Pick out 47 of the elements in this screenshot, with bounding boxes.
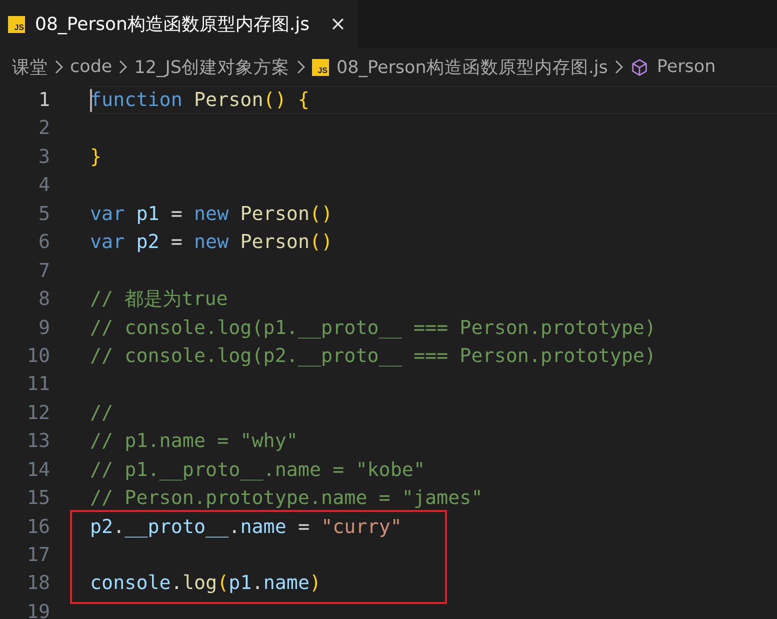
line-number: 12 — [26, 400, 50, 426]
close-icon — [330, 16, 346, 32]
code-line: // p1.name = "why" — [90, 428, 299, 454]
code-line: // 都是为true — [90, 286, 229, 312]
code-line: console.log(p1.name) — [90, 570, 322, 596]
line-number: 10 — [26, 342, 50, 369]
breadcrumb-item[interactable]: Person — [656, 57, 716, 77]
line-number: 2 — [37, 115, 50, 142]
breadcrumb-item[interactable]: 08_Person构造函数原型内存图.js — [336, 55, 608, 79]
js-file-icon: JS — [312, 58, 329, 76]
code-line: } — [90, 144, 103, 170]
chevron-icon — [54, 60, 64, 74]
line-number: 16 — [26, 514, 50, 540]
code-line: // — [90, 400, 114, 426]
text-cursor — [90, 89, 92, 112]
code-line: // p1.__proto__.name = "kobe" — [90, 456, 426, 483]
cube-icon — [630, 58, 649, 76]
code-line: // console.log(p1.__proto__ === Person.prototype) — [90, 314, 658, 340]
line-number: 3 — [37, 144, 50, 170]
line-number: 6 — [37, 229, 50, 256]
breadcrumb-item[interactable]: 12_JS创建对象方案 — [134, 55, 290, 79]
editor-tab[interactable]: JS 08_Person构造函数原型内存图.js — [0, 0, 358, 48]
line-number: 18 — [26, 570, 50, 596]
code-line: // Person.prototype.name = "james" — [90, 485, 484, 512]
line-number: 15 — [26, 485, 50, 512]
code-line: p2.__proto__.name = "curry" — [90, 514, 403, 540]
js-file-icon: JS — [8, 16, 25, 32]
code-line: var p2 = new Person() — [90, 229, 334, 256]
line-number: 7 — [37, 258, 50, 284]
line-number: 11 — [26, 371, 50, 398]
breadcrumb-item[interactable]: 课堂 — [12, 55, 48, 79]
line-number: 8 — [37, 286, 50, 312]
code-line: var p1 = new Person() — [90, 200, 334, 227]
code-line: // console.log(p2.__proto__ === Person.prototype) — [90, 342, 658, 369]
chevron-icon — [614, 60, 624, 74]
breadcrumb-item[interactable]: code — [70, 57, 112, 77]
chevron-icon — [118, 60, 128, 74]
line-number: 13 — [26, 428, 50, 454]
line-number: 5 — [37, 200, 50, 227]
line-number: 4 — [37, 172, 50, 198]
line-number: 9 — [37, 314, 50, 340]
code-line: function Person() { — [90, 86, 777, 114]
line-number: 14 — [26, 456, 50, 483]
line-number: 1 — [37, 87, 50, 113]
line-number: 19 — [26, 598, 50, 619]
line-number: 17 — [26, 542, 50, 568]
chevron-icon — [296, 60, 306, 74]
